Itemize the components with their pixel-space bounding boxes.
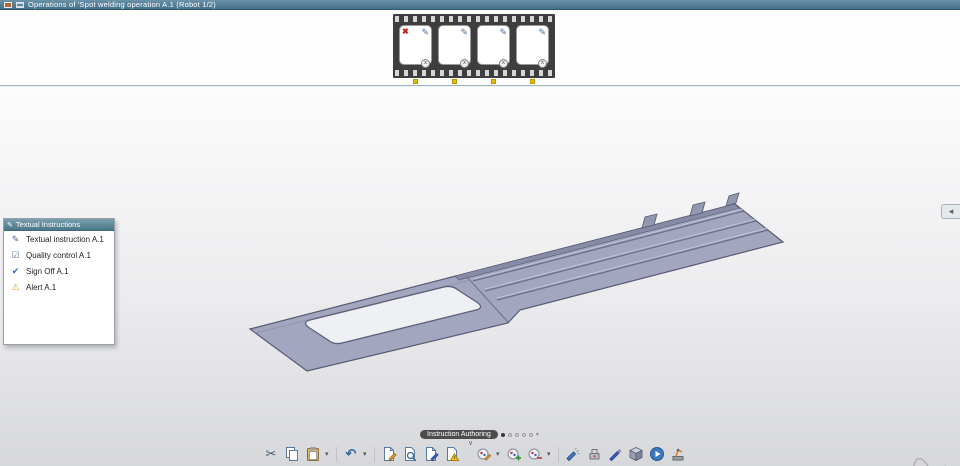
panel-item-label: Alert A.1 xyxy=(26,282,57,292)
textual-instructions-icon: ✎ xyxy=(7,221,13,229)
view-manipulator-compass[interactable] xyxy=(893,453,955,466)
more-sections-icon[interactable]: ▾ xyxy=(536,431,539,438)
toolbar-page-dot[interactable] xyxy=(514,432,519,437)
edit-icon: ✎ xyxy=(538,27,546,37)
operations-filmstrip: ✖ ✎ ✎ ✎ ✎ x x x x xyxy=(393,14,555,78)
cube-view-button[interactable] xyxy=(627,445,645,463)
edit-icon: ✎ xyxy=(421,27,429,37)
panel-header[interactable]: ✎ Textual Instructions xyxy=(4,219,114,231)
sign-off-icon: ✔ xyxy=(11,265,20,276)
copy-button[interactable] xyxy=(283,445,301,463)
edit-icon: ✎ xyxy=(460,27,468,37)
toolbar-separator xyxy=(558,446,559,462)
filmstrip-sprockets xyxy=(395,70,553,76)
operations-list-icon xyxy=(16,1,24,8)
weld-point-dropdown-icon[interactable]: ▾ xyxy=(496,450,502,458)
remove-frame-button[interactable]: x xyxy=(460,59,469,68)
panel-title-bar[interactable]: Operations of 'Spot welding operation A.… xyxy=(0,0,960,10)
3d-viewport[interactable] xyxy=(0,87,960,466)
remove-frame-button[interactable]: x xyxy=(538,59,547,68)
panel-item-quality-control[interactable]: ☑ Quality control A.1 xyxy=(4,247,114,263)
red-marker-icon: ✖ xyxy=(402,27,409,36)
panel-header-title: Textual Instructions xyxy=(15,220,81,229)
robot-tool-button[interactable] xyxy=(669,445,687,463)
toolbar-separator xyxy=(374,446,375,462)
play-simulation-button[interactable] xyxy=(648,445,666,463)
frame-marker xyxy=(413,79,418,84)
remove-frame-button[interactable]: x xyxy=(421,59,430,68)
right-edge-collapse-tab[interactable]: ◂ xyxy=(941,204,960,219)
application-window: Operations of 'Spot welding operation A.… xyxy=(0,0,960,466)
weld-point-add-button[interactable] xyxy=(505,445,523,463)
toolbar-page-dot[interactable] xyxy=(528,432,533,437)
instruction-alert-button[interactable] xyxy=(443,445,461,463)
stamp-tool-button[interactable] xyxy=(585,445,603,463)
panel-item-textual-instruction[interactable]: ✎ Textual instruction A.1 xyxy=(4,231,114,247)
edit-icon: ✎ xyxy=(499,27,507,37)
toolbar-section-bar: Instruction Authoring ▾ xyxy=(420,430,539,439)
view-instruction-button[interactable] xyxy=(401,445,419,463)
edit-instruction-button[interactable] xyxy=(380,445,398,463)
panel-title: Operations of 'Spot welding operation A.… xyxy=(28,0,216,9)
panel-item-label: Sign Off A.1 xyxy=(26,266,69,276)
spray-tool-button[interactable] xyxy=(564,445,582,463)
cut-button[interactable]: ✂ xyxy=(262,445,280,463)
weld-point-edit-button[interactable] xyxy=(475,445,493,463)
toolbar-page-dot[interactable] xyxy=(507,432,512,437)
panel-item-alert[interactable]: ⚠ Alert A.1 xyxy=(4,279,114,295)
operations-dock: ✖ ✎ ✎ ✎ ✎ x x x x xyxy=(0,10,960,86)
undo-button[interactable]: ↶ xyxy=(342,445,360,463)
paste-dropdown-icon[interactable]: ▾ xyxy=(325,450,331,458)
toolbar-page-dot[interactable] xyxy=(500,432,505,437)
weld-point-dropdown-icon[interactable]: ▾ xyxy=(547,450,553,458)
panel-item-sign-off[interactable]: ✔ Sign Off A.1 xyxy=(4,263,114,279)
remove-frame-button[interactable]: x xyxy=(499,59,508,68)
frame-marker xyxy=(530,79,535,84)
toolbar-page-dot[interactable] xyxy=(521,432,526,437)
frame-marker xyxy=(491,79,496,84)
panel-item-label: Quality control A.1 xyxy=(26,250,91,260)
filmstrip-sprockets xyxy=(395,16,553,22)
quality-control-icon: ☑ xyxy=(11,249,20,260)
action-bar: ✂ ▾ ↶ ▾ ▾ ▾ xyxy=(262,444,687,464)
annotate-instruction-button[interactable] xyxy=(422,445,440,463)
frame-marker xyxy=(452,79,457,84)
panel-item-label: Textual instruction A.1 xyxy=(26,234,104,244)
toolbar-section-label[interactable]: Instruction Authoring xyxy=(420,430,498,439)
paste-button[interactable] xyxy=(304,445,322,463)
toolbar-separator xyxy=(336,446,337,462)
textual-instruction-icon: ✎ xyxy=(11,233,20,244)
textual-instructions-panel: ✎ Textual Instructions ✎ Textual instruc… xyxy=(3,218,115,345)
undo-dropdown-icon[interactable]: ▾ xyxy=(363,450,369,458)
weld-point-remove-button[interactable] xyxy=(526,445,544,463)
alert-icon: ⚠ xyxy=(11,281,20,292)
part-3d-model[interactable] xyxy=(0,87,960,466)
window-icon xyxy=(4,1,12,8)
pen-tool-button[interactable] xyxy=(606,445,624,463)
